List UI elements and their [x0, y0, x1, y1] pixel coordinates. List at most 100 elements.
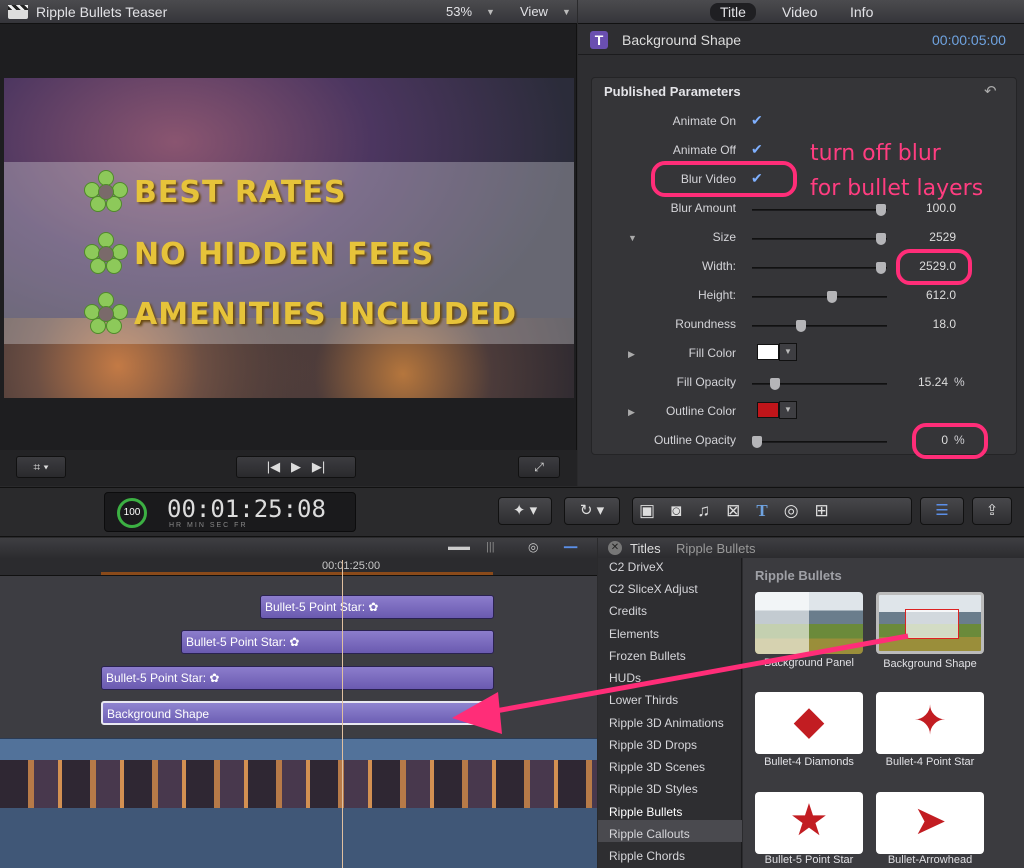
four-point-star-thumbnail[interactable]: ✦: [876, 692, 984, 754]
slider-knob[interactable]: [876, 204, 886, 216]
chevron-down-icon[interactable]: ▼: [779, 401, 797, 419]
category-item[interactable]: Elements: [609, 627, 659, 641]
category-item[interactable]: Ripple 3D Scenes: [609, 760, 705, 774]
slider-knob[interactable]: [827, 291, 837, 303]
category-item[interactable]: Ripple 3D Animations: [609, 716, 724, 730]
video-filmstrip[interactable]: [0, 760, 597, 808]
close-icon[interactable]: ✕: [608, 541, 622, 555]
arrowhead-thumbnail[interactable]: ➤: [876, 792, 984, 854]
outline-color-swatch[interactable]: [757, 402, 779, 418]
category-item[interactable]: C2 SliceX Adjust: [609, 582, 698, 596]
fill-opacity-slider[interactable]: [752, 378, 887, 390]
primary-storyline[interactable]: [0, 738, 597, 760]
checkbox-animate-off[interactable]: ✔: [751, 141, 763, 158]
timeline-ruler[interactable]: 00:01:25:00: [0, 558, 597, 576]
param-value[interactable]: 2529: [929, 230, 956, 244]
annotation-text: turn off blur: [810, 141, 941, 166]
diamonds-thumbnail[interactable]: ◆: [755, 692, 863, 754]
breadcrumb: Ripple Bullets: [676, 541, 756, 556]
dashboard-timecode[interactable]: 100 00:01:25:08 HR MIN SEC FR: [104, 492, 356, 532]
param-value[interactable]: 100.0: [926, 201, 956, 215]
effects-browser-icon[interactable]: ▣: [639, 501, 671, 520]
unit-label: %: [954, 375, 965, 389]
size-slider[interactable]: [752, 233, 887, 245]
themes-icon[interactable]: ⊞: [815, 501, 845, 520]
tab-video[interactable]: Video: [772, 3, 828, 21]
background-task-progress[interactable]: 100: [117, 498, 147, 528]
slider-knob[interactable]: [752, 436, 762, 448]
reset-icon[interactable]: ↶: [984, 82, 997, 100]
audio-lane[interactable]: [0, 808, 597, 868]
background-panel-thumbnail[interactable]: [755, 592, 863, 654]
bullet-line: AMENITIES INCLUDED: [84, 292, 517, 334]
category-item[interactable]: Frozen Bullets: [609, 649, 686, 663]
clip-appearance-icon[interactable]: ▬▬: [448, 541, 470, 553]
category-item[interactable]: Ripple 3D Drops: [609, 738, 697, 752]
height-slider[interactable]: [752, 291, 887, 303]
disclosure-triangle-icon[interactable]: ▶: [628, 407, 635, 418]
title-clip[interactable]: Bullet-5 Point Star: ✿: [181, 630, 494, 654]
param-label: Animate Off: [672, 143, 736, 157]
generators-icon[interactable]: ◎: [784, 501, 815, 520]
chevron-down-icon[interactable]: ▼: [779, 343, 797, 361]
photos-camera-icon[interactable]: ◙: [671, 501, 697, 520]
solo-icon[interactable]: ◎: [528, 540, 538, 554]
skip-back-icon[interactable]: |◀: [267, 459, 280, 474]
category-item[interactable]: HUDs: [609, 671, 641, 685]
category-list: C2 DriveX C2 SliceX Adjust Credits Eleme…: [598, 558, 742, 868]
category-item[interactable]: Lower Thirds: [609, 693, 678, 707]
crop-tool-button[interactable]: ⌗ ▾: [16, 456, 66, 478]
category-item[interactable]: C2 DriveX: [609, 560, 664, 574]
enhance-wand-icon[interactable]: ✦ ▾: [498, 497, 552, 525]
title-clip[interactable]: Bullet-5 Point Star: ✿: [101, 666, 494, 690]
category-item[interactable]: Ripple Callouts: [609, 827, 690, 841]
title-clip[interactable]: Bullet-5 Point Star: ✿: [260, 595, 494, 619]
background-shape-thumbnail[interactable]: [876, 592, 984, 654]
retime-icon[interactable]: ↻ ▾: [564, 497, 620, 525]
param-value[interactable]: 612.0: [926, 288, 956, 302]
timeline-panel: ▬▬ ||| ◎ ━━ 00:01:25:00 Bullet-5 Point S…: [0, 538, 597, 868]
disclosure-triangle-icon[interactable]: ▶: [628, 349, 635, 360]
background-shape-clip[interactable]: Background Shape: [101, 701, 494, 725]
transitions-icon[interactable]: ⊠: [726, 501, 756, 520]
slider-knob[interactable]: [796, 320, 806, 332]
param-value[interactable]: 15.24: [918, 375, 948, 389]
param-value[interactable]: 18.0: [933, 317, 956, 331]
view-menu-button[interactable]: View: [520, 4, 548, 19]
music-note-icon[interactable]: ♫: [697, 501, 726, 520]
param-label: Outline Color: [665, 404, 736, 418]
outline-opacity-slider[interactable]: [752, 436, 887, 448]
five-point-star-thumbnail[interactable]: ★: [755, 792, 863, 854]
roundness-slider[interactable]: [752, 320, 887, 332]
zoom-level[interactable]: 53%: [446, 4, 472, 19]
tab-info[interactable]: Info: [840, 3, 883, 21]
disclosure-triangle-icon[interactable]: ▼: [628, 233, 637, 243]
titles-t-icon[interactable]: T: [756, 501, 783, 520]
param-label: Fill Opacity: [676, 375, 736, 389]
checkbox-animate-on[interactable]: ✔: [751, 112, 763, 129]
tab-title[interactable]: Title: [710, 3, 756, 21]
playhead[interactable]: [342, 560, 343, 868]
slider-knob[interactable]: [876, 233, 886, 245]
blur-amount-slider[interactable]: [752, 204, 887, 216]
skip-forward-icon[interactable]: ▶|: [312, 459, 325, 474]
category-item-selected[interactable]: Ripple Bullets: [609, 805, 682, 819]
param-label: Outline Opacity: [653, 433, 736, 447]
slider-knob[interactable]: [770, 378, 780, 390]
category-item[interactable]: Credits: [609, 604, 647, 618]
fullscreen-icon[interactable]: ⤢: [518, 456, 560, 478]
play-icon[interactable]: ▶: [291, 459, 301, 474]
category-item[interactable]: Ripple 3D Styles: [609, 782, 698, 796]
category-item[interactable]: Ripple Chords: [609, 849, 685, 863]
video-canvas: BEST RATES NO HIDDEN FEES AMENITIES INCL…: [4, 78, 574, 398]
bullet-text: AMENITIES INCLUDED: [134, 296, 517, 332]
chevron-down-icon[interactable]: ▼: [486, 7, 495, 17]
width-slider[interactable]: [752, 262, 887, 274]
slider-knob[interactable]: [876, 262, 886, 274]
chevron-down-icon[interactable]: ▼: [562, 7, 571, 17]
fill-color-swatch[interactable]: [757, 344, 779, 360]
inspector-toggle-icon[interactable]: ☰: [920, 497, 964, 525]
snapping-icon[interactable]: ━━: [564, 541, 577, 554]
share-icon[interactable]: ⇪: [972, 497, 1012, 525]
audio-skimming-icon[interactable]: |||: [486, 541, 495, 553]
